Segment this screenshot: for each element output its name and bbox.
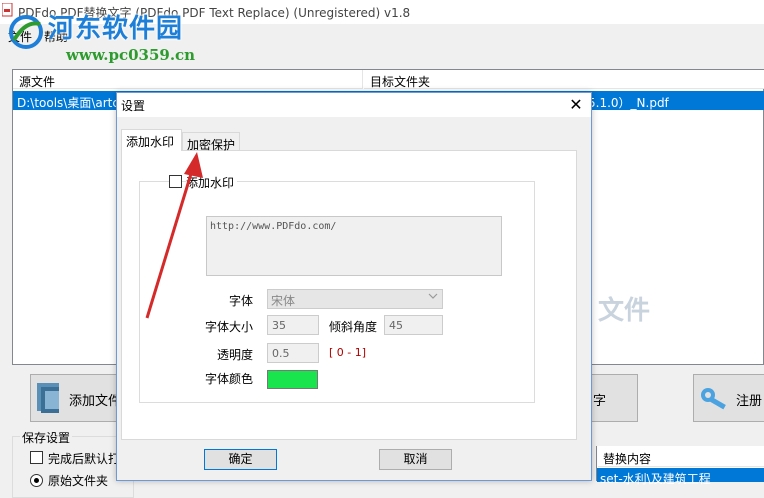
column-header-target[interactable]: 目标文件夹 xyxy=(364,70,764,89)
column-header-source[interactable]: 源文件 xyxy=(13,70,363,89)
register-label: 注册 xyxy=(736,394,763,409)
font-select-value: 宋体 xyxy=(271,294,296,308)
site-watermark-url: www.pc0359.cn xyxy=(66,46,196,64)
open-after-finish-label: 完成后默认打 xyxy=(48,452,121,466)
watermark-text-input[interactable]: http://www.PDFdo.com/ xyxy=(206,216,502,276)
chevron-down-icon xyxy=(428,291,438,304)
add-file-button[interactable]: 添加文件 xyxy=(30,374,130,422)
replace-button-label: 字 xyxy=(593,394,607,409)
file-row-source: D:\tools\桌面\artcu xyxy=(17,96,127,110)
annotation-arrow-icon xyxy=(145,152,203,319)
close-icon[interactable]: ✕ xyxy=(566,95,586,115)
dialog-title: 设置 xyxy=(121,99,146,113)
add-file-icon xyxy=(37,383,59,413)
column-header-source-label: 源文件 xyxy=(19,75,56,89)
site-logo-icon xyxy=(6,10,46,53)
font-size-label: 字体大小 xyxy=(205,320,254,334)
opacity-range-hint: [ 0 - 1] xyxy=(329,346,367,359)
tilt-angle-input[interactable]: 45 xyxy=(384,315,443,335)
list-background-text: 文件 xyxy=(598,296,651,326)
add-file-label: 添加文件 xyxy=(69,394,122,409)
register-button[interactable]: 注册 xyxy=(693,374,764,422)
file-row-target: 5.1.0）_N.pdf xyxy=(588,96,669,110)
opacity-input[interactable]: 0.5 xyxy=(267,343,319,363)
site-watermark-title: 河东软件园 xyxy=(48,14,184,44)
font-label: 字体 xyxy=(229,294,254,308)
cancel-button[interactable]: 取消 xyxy=(379,449,452,470)
font-color-swatch[interactable] xyxy=(267,370,318,389)
replace-table-header-label: 替换内容 xyxy=(603,452,652,466)
ok-button[interactable]: 确定 xyxy=(204,449,277,470)
tilt-angle-label: 倾斜角度 xyxy=(329,320,378,334)
font-size-input[interactable]: 35 xyxy=(267,315,319,335)
save-settings-title: 保存设置 xyxy=(20,429,73,446)
column-header-target-label: 目标文件夹 xyxy=(370,75,431,89)
key-icon xyxy=(701,388,726,410)
open-after-finish-checkbox[interactable] xyxy=(30,451,43,464)
opacity-label: 透明度 xyxy=(217,348,254,362)
replace-table-row-text: set-水利\及建筑工程 xyxy=(600,472,711,486)
font-color-label: 字体颜色 xyxy=(205,372,254,386)
dialog-title-bar xyxy=(117,93,591,117)
